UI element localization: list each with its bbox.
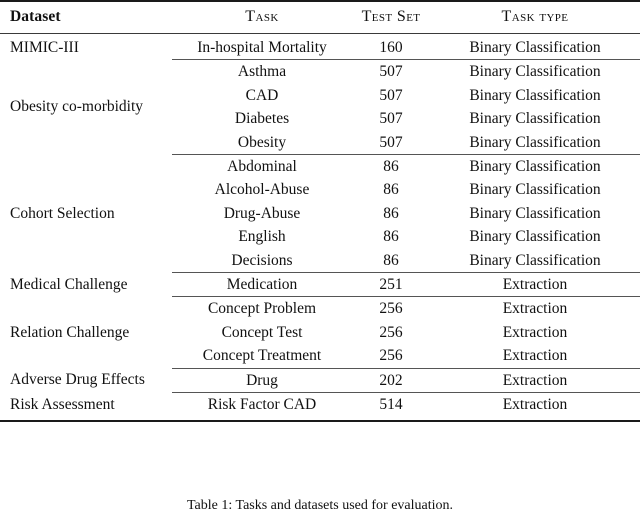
- cell-task-type: Extraction: [502, 276, 568, 294]
- cell-task-type: Binary Classification: [469, 158, 601, 176]
- cell-task: Concept Test: [221, 323, 303, 341]
- cell-task: English: [238, 228, 286, 246]
- cell-task: Concept Treatment: [202, 347, 322, 365]
- rule-bottom: [0, 418, 640, 422]
- cell-task-type: Binary Classification: [469, 39, 601, 56]
- table-figure-page: Dataset Task Test Set Task type MIMIC-II…: [0, 0, 640, 509]
- cell-test-set: 251: [379, 276, 403, 294]
- cell-test-set: 86: [383, 251, 399, 269]
- table-row: Medical Challenge Medication 251 Extraction: [0, 273, 640, 297]
- table-row: Risk Assessment Risk Factor CAD 514 Extract…: [0, 393, 640, 417]
- header-row: Dataset Task Test Set Task type: [0, 1, 640, 33]
- cell-dataset: Relation Challenge: [10, 323, 130, 341]
- cell-task: Medication: [226, 276, 298, 294]
- cell-task-type: Binary Classification: [469, 86, 601, 104]
- table-footer: [0, 417, 640, 422]
- cell-task-type: Binary Classification: [469, 251, 601, 269]
- cell-test-set: 86: [383, 181, 399, 199]
- cell-task: Alcohol-Abuse: [214, 181, 310, 199]
- cell-task: Concept Problem: [207, 300, 317, 318]
- cell-task: Obesity: [237, 133, 287, 151]
- cell-test-set: 256: [379, 347, 403, 365]
- cell-task-type: Extraction: [502, 371, 568, 389]
- cell-task-type: Extraction: [502, 396, 568, 414]
- cell-test-set: 256: [379, 323, 403, 341]
- table-caption: Table 1: Tasks and datasets used for eva…: [186, 498, 454, 509]
- column-header-task: Task: [245, 8, 279, 25]
- cell-test-set: 507: [379, 86, 403, 104]
- cell-task: Abdominal: [227, 158, 297, 176]
- cell-task-type: Binary Classification: [469, 110, 601, 128]
- cell-task: In-hospital Mortality: [197, 39, 327, 56]
- cell-task: Diabetes: [234, 110, 290, 128]
- cell-task-type: Binary Classification: [469, 133, 601, 151]
- cell-test-set: 86: [383, 204, 399, 222]
- cell-test-set: 514: [379, 396, 403, 414]
- table-container: Dataset Task Test Set Task type MIMIC-II…: [0, 0, 640, 422]
- dataset-task-table: Dataset Task Test Set Task type MIMIC-II…: [0, 0, 640, 422]
- table-row: MIMIC-III In-hospital Mortality 160 Binary …: [0, 36, 640, 59]
- cell-test-set: 256: [379, 300, 403, 318]
- cell-task-type: Extraction: [502, 347, 568, 365]
- cell-test-set: 86: [383, 228, 399, 246]
- cell-test-set: 160: [379, 39, 403, 56]
- cell-dataset: Medical Challenge: [10, 275, 128, 293]
- cell-dataset: Obesity co-morbidity: [10, 98, 144, 116]
- cell-task-type: Extraction: [502, 300, 568, 318]
- cell-test-set: 507: [379, 63, 403, 81]
- cell-task: Drug: [246, 371, 278, 389]
- cell-dataset: Cohort Selection: [10, 204, 115, 222]
- table-row: Obesity co-morbidity Asthma 507 Binary Clas…: [0, 60, 640, 115]
- table-body: MIMIC-III In-hospital Mortality 160 Binary …: [0, 36, 640, 417]
- cell-test-set: 86: [383, 158, 399, 176]
- cell-task: Drug-Abuse: [223, 204, 301, 222]
- cell-task: CAD: [245, 86, 279, 104]
- table-row: Relation Challenge Concept Problem 256 Extr…: [0, 297, 640, 340]
- cell-test-set: 507: [379, 133, 403, 151]
- cell-task-type: Binary Classification: [469, 63, 601, 81]
- cell-task: Decisions: [231, 251, 293, 269]
- cell-test-set: 507: [379, 110, 403, 128]
- cell-task-type: Binary Classification: [469, 228, 601, 246]
- cell-task-type: Binary Classification: [469, 204, 601, 222]
- column-header-task-type: Task type: [501, 8, 569, 25]
- cell-dataset: Risk Assessment: [10, 395, 115, 413]
- table-header: Dataset Task Test Set Task type: [0, 0, 640, 36]
- cell-task: Risk Factor CAD: [207, 396, 317, 414]
- cell-task-type: Extraction: [502, 323, 568, 341]
- table-row: Cohort Selection Abdominal 86 Binary Classi…: [0, 155, 640, 222]
- table-row: Adverse Drug Effects Drug 202 Extraction: [0, 368, 640, 392]
- cell-dataset: Adverse Drug Effects: [10, 371, 145, 389]
- cell-test-set: 202: [379, 371, 403, 389]
- cell-task-type: Binary Classification: [469, 181, 601, 199]
- cell-dataset: MIMIC-III: [10, 39, 79, 56]
- cell-task: Asthma: [237, 63, 287, 81]
- column-header-dataset: Dataset: [10, 8, 61, 25]
- column-header-test-set: Test Set: [361, 8, 421, 25]
